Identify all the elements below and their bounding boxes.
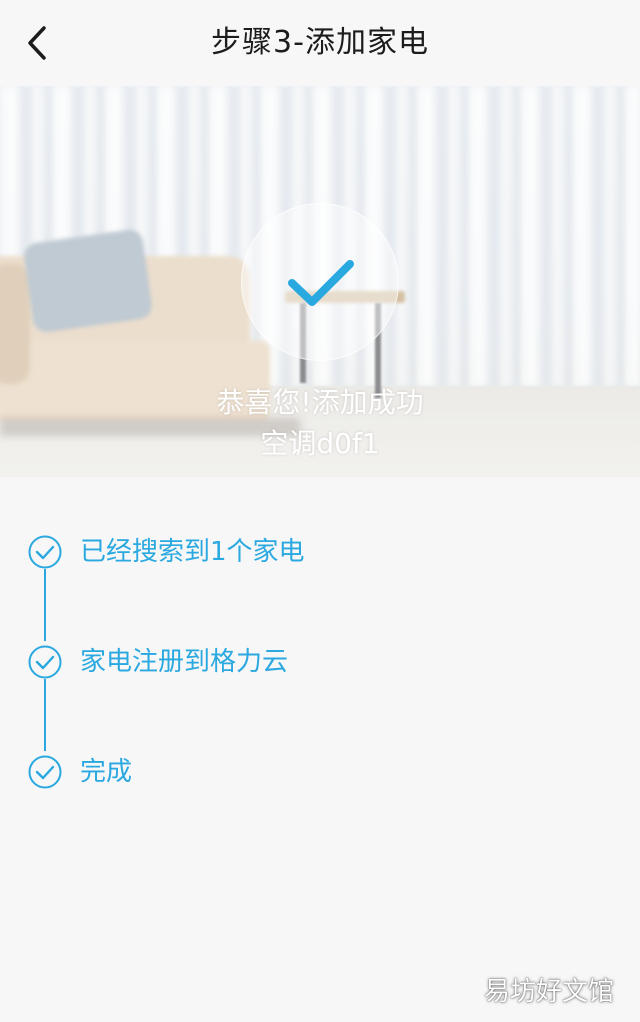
watermark-text: 易坊好文馆 <box>483 977 614 1007</box>
step-connector <box>44 679 46 751</box>
device-name: 空调d0f1 <box>260 427 380 460</box>
step-label: 已经搜索到1个家电 <box>80 537 305 567</box>
check-circle-icon <box>28 755 62 789</box>
progress-steps: 已经搜索到1个家电 家电注册到格力云 完成 <box>0 477 640 1022</box>
page-title: 步骤3-添加家电 <box>211 25 429 60</box>
top-nav-bar: 步骤3-添加家电 <box>0 0 640 86</box>
check-circle-icon <box>28 645 62 679</box>
step-connector <box>44 569 46 641</box>
success-message: 恭喜您!添加成功 <box>216 386 424 419</box>
check-circle-icon <box>28 535 62 569</box>
step-label: 家电注册到格力云 <box>80 647 289 677</box>
check-icon <box>288 260 354 306</box>
step-label: 完成 <box>80 757 133 787</box>
